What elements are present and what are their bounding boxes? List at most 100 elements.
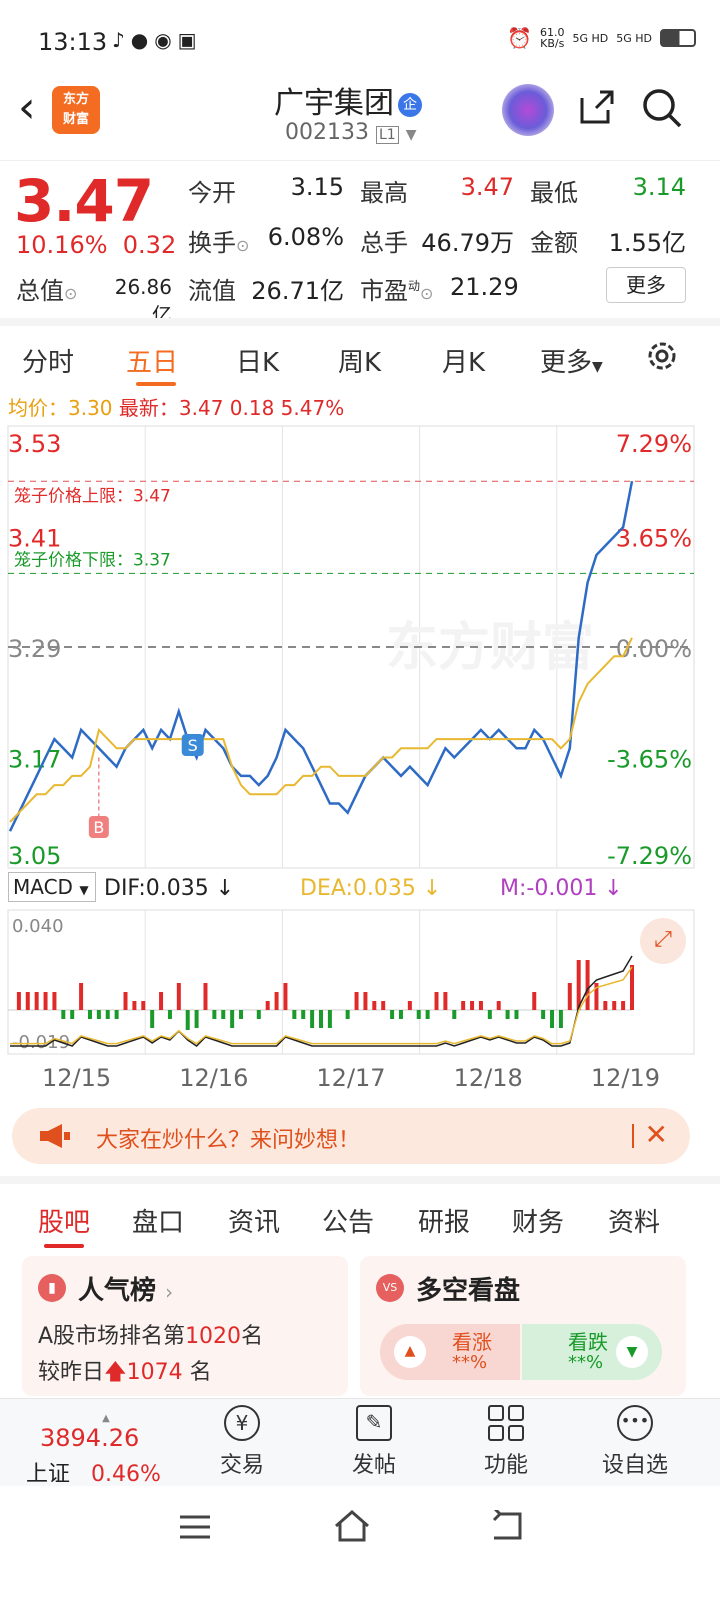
vote-down-label: 看跌: [568, 1330, 608, 1354]
rank-value: 1020: [185, 1324, 242, 1349]
stock-code-text: 002133: [285, 120, 369, 145]
high-value: 3.47: [460, 173, 514, 201]
close-icon[interactable]: ✕: [645, 1118, 668, 1151]
tab-intraday[interactable]: 分时: [22, 342, 74, 379]
tab-news[interactable]: 资讯: [228, 1202, 280, 1239]
expand-icon[interactable]: ⤢: [640, 918, 686, 964]
info-icon[interactable]: ⊙: [420, 284, 433, 303]
banner-divider: [632, 1124, 634, 1148]
yuan-icon: ¥: [224, 1405, 260, 1441]
latest-value: 3.47: [178, 396, 224, 420]
popularity-title-text: 人气榜: [78, 1276, 157, 1306]
alarm-icon: ⏰: [507, 26, 532, 50]
robot-assistant-icon[interactable]: [502, 84, 554, 136]
info-icon[interactable]: ⊙: [236, 236, 249, 255]
rank-change-line: 较昨日🡅1074 名: [38, 1354, 212, 1393]
m-label: M:-0.001 ↓: [500, 876, 623, 901]
period-tabs: 分时 五日 日K 周K 月K 更多▼: [0, 318, 720, 386]
chevron-right-icon: ›: [165, 1280, 174, 1304]
tab-research[interactable]: 研报: [418, 1202, 470, 1239]
vote-up-button[interactable]: ▲ 看涨 **%: [380, 1324, 520, 1380]
status-right: ⏰ 61.0 KB/s 5G HD 5G HD: [507, 26, 696, 50]
post-button[interactable]: ✎ 发帖: [352, 1405, 396, 1479]
tab-five-day[interactable]: 五日: [126, 342, 178, 379]
share-icon[interactable]: [576, 86, 616, 126]
vote-up-pct: **%: [452, 1352, 488, 1373]
ask-banner[interactable]: 大家在炒什么？来问妙想！ ✕: [12, 1108, 690, 1164]
macd-select[interactable]: MACD ▼: [8, 872, 96, 902]
tab-guba[interactable]: 股吧: [38, 1202, 90, 1239]
battery-icon: [660, 29, 696, 47]
y-left-tick: 3.29: [8, 635, 61, 663]
speed-unit: KB/s: [540, 37, 565, 50]
avg-value: 3.30: [68, 396, 113, 420]
index-pct: 0.46%: [91, 1462, 161, 1487]
lower-limit-label: 笼子价格下限：3.37: [14, 550, 171, 570]
tab-daily-k[interactable]: 日K: [236, 342, 279, 379]
current-price: 3.47: [14, 167, 154, 235]
vs-suffix: 名: [182, 1360, 212, 1385]
tab-weekly-k[interactable]: 周K: [338, 342, 381, 379]
stock-name-text: 广宇集团: [274, 86, 394, 121]
tab-more[interactable]: 更多▼: [540, 342, 603, 379]
tab-announcements[interactable]: 公告: [322, 1202, 374, 1239]
pe-value: 21.29: [450, 273, 519, 301]
edit-icon: ✎: [356, 1405, 392, 1441]
grid-icon: [488, 1405, 524, 1441]
app-logo[interactable]: 东方 财富: [52, 86, 100, 134]
function-button[interactable]: 功能: [484, 1405, 528, 1479]
vote-down-button[interactable]: 看跌 **% ▼: [522, 1324, 662, 1380]
open-value: 3.15: [290, 173, 344, 201]
stock-code[interactable]: 002133 L1 ▼: [285, 120, 416, 145]
tab-pankou[interactable]: 盘口: [132, 1202, 184, 1239]
open-label: 今开: [188, 179, 236, 207]
change-abs: 0.32: [122, 231, 177, 259]
tab-profile[interactable]: 资料: [608, 1202, 660, 1239]
vs-icon: VS: [376, 1274, 404, 1302]
sell-marker-text: S: [188, 736, 198, 755]
signal-1: 5G HD: [572, 31, 609, 45]
post-label: 发帖: [352, 1453, 397, 1478]
logo-line2: 财富: [62, 112, 89, 127]
tab-underline: [136, 382, 176, 386]
back-icon[interactable]: ‹: [18, 82, 36, 133]
tab-monthly-k[interactable]: 月K: [442, 342, 485, 379]
y-left-tick: 3.17: [8, 746, 61, 774]
change-pct: 10.16%: [16, 231, 108, 259]
index-ticker[interactable]: ▲ 3894.26 上证 0.46%: [26, 1413, 186, 1488]
tab-finance[interactable]: 财务: [512, 1202, 564, 1239]
pe-label: 市盈动⊙: [360, 271, 433, 306]
home-icon[interactable]: [332, 1508, 372, 1544]
bottom-toolbar: ▲ 3894.26 上证 0.46% ¥ 交易 ✎ 发帖 功能 ••• 设自选: [0, 1398, 720, 1488]
latest-label: 最新：: [118, 396, 179, 420]
back-nav-icon[interactable]: [490, 1510, 526, 1542]
vote-buttons: ▲ 看涨 **% 看跌 **% ▼: [380, 1324, 662, 1380]
dea-label: DEA:0.035 ↓: [300, 876, 442, 901]
low-value: 3.14: [632, 173, 686, 201]
vs-value: 1074: [126, 1360, 183, 1385]
search-icon[interactable]: [640, 86, 684, 130]
rank-suffix: 名: [241, 1324, 264, 1349]
more-button[interactable]: 更多: [606, 267, 686, 303]
info-icon[interactable]: ⊙: [64, 284, 77, 303]
rank-prefix: A股市场排名第: [38, 1324, 186, 1349]
chart-svg[interactable]: 东方财富3.533.413.293.173.057.29%3.65%0.00%-…: [0, 424, 720, 1104]
banner-text: 大家在炒什么？来问妙想！: [96, 1128, 361, 1153]
vs-prefix: 较昨日: [38, 1360, 105, 1385]
trade-button[interactable]: ¥ 交易: [220, 1405, 264, 1479]
menu-icon[interactable]: [178, 1512, 212, 1542]
gear-icon[interactable]: [644, 338, 680, 374]
volume-label: 总手: [360, 229, 408, 257]
mktcap-label-text: 总值: [16, 277, 64, 305]
popularity-card[interactable]: ▮ 人气榜 › A股市场排名第1020名 较昨日🡅1074 名: [22, 1256, 348, 1396]
five-day-chart[interactable]: 东方财富 3.53 3.41 3.29 3.17 3.05 7.29% 3.65% 0.00% -…: [0, 424, 720, 1104]
dif-label: DIF:0.035 ↓: [104, 876, 235, 901]
high-label: 最高: [360, 179, 408, 207]
price-change: 10.16% 0.32: [16, 231, 176, 259]
x-tick-label: 12/17: [316, 1064, 385, 1092]
watchlist-button[interactable]: ••• 设自选: [602, 1405, 668, 1479]
y-right-tick: -3.65%: [607, 746, 692, 774]
y-left-tick: 3.41: [8, 525, 61, 553]
y-right-tick: -7.29%: [607, 842, 692, 870]
more-dots-icon: •••: [617, 1405, 653, 1441]
